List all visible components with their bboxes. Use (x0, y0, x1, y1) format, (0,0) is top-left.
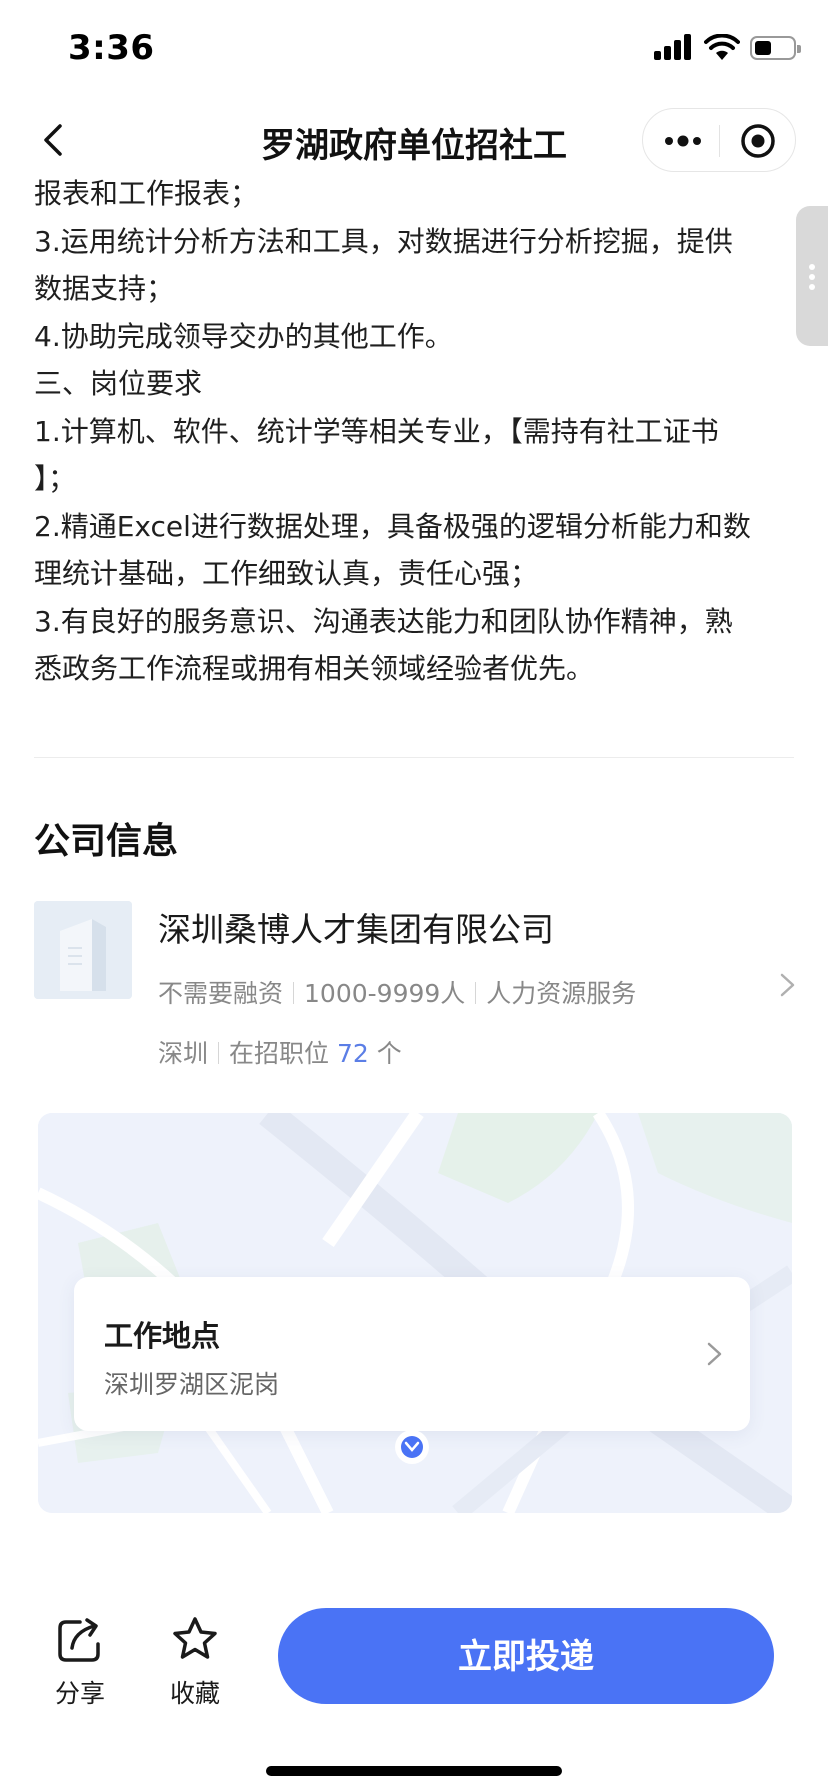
battery-icon (750, 36, 801, 60)
description-line: 报表和工作报表； (34, 177, 259, 210)
company-logo[interactable] (34, 901, 132, 999)
description-line: 悉政务工作流程或拥有相关领域经验者优先。 (34, 652, 595, 685)
work-location-address: 深圳罗湖区泥岗 (104, 1370, 280, 1399)
status-icons (654, 34, 801, 64)
description-line: 三、岗位要求 (34, 367, 203, 400)
section-divider (34, 757, 794, 758)
company-name[interactable]: 深圳桑博人才集团有限公司 (158, 903, 554, 951)
description-line: 3.有良好的服务意识、沟通表达能力和团队协作精神，熟 (34, 604, 733, 638)
side-drawer-handle[interactable] (796, 206, 828, 346)
description-line: 理统计基础，工作细致认真，责任心强； (34, 557, 539, 590)
building-icon (34, 901, 132, 999)
apply-now-button[interactable]: 立即投递 (278, 1608, 774, 1704)
favorite-label: 收藏 (169, 1679, 220, 1708)
description-line: 】； (34, 462, 77, 495)
map-pin-icon (395, 1430, 429, 1464)
company-meta: 不需要融资 1000-9999人 人力资源服务 (158, 974, 636, 1010)
jobs-suffix: 个 (376, 1039, 402, 1068)
more-dots-icon[interactable] (663, 127, 703, 155)
status-time: 3:36 (68, 28, 155, 68)
description-line: 数据支持； (34, 272, 175, 305)
cellular-signal-icon (654, 34, 694, 62)
bottom-action-bar: 分享 收藏 立即投递 (0, 1580, 828, 1792)
favorite-button[interactable]: 收藏 (155, 1614, 235, 1710)
target-circle-icon[interactable] (739, 122, 777, 160)
description-line: 2.精通Excel进行数据处理，具备极强的逻辑分析能力和数 (34, 509, 751, 543)
company-section-title: 公司信息 (34, 821, 179, 862)
description-line: 4.协助完成领导交办的其他工作。 (34, 319, 453, 353)
share-icon (58, 1618, 100, 1662)
company-financing: 不需要融资 (158, 979, 284, 1008)
company-size: 1000-9999人 (304, 979, 466, 1008)
mini-program-capsule (642, 108, 796, 172)
company-industry: 人力资源服务 (486, 979, 637, 1008)
chevron-right-icon[interactable] (776, 970, 800, 1000)
status-bar: 3:36 (0, 0, 828, 100)
wifi-icon (704, 34, 740, 60)
jobs-prefix: 在招职位 (229, 1039, 330, 1068)
work-location-title: 工作地点 (104, 1319, 221, 1353)
share-label: 分享 (54, 1679, 105, 1708)
star-icon (173, 1617, 217, 1659)
home-indicator (266, 1766, 562, 1776)
description-line: 1.计算机、软件、统计学等相关专业，【需持有社工证书 (34, 414, 719, 448)
capsule-divider (719, 125, 720, 157)
company-city: 深圳 (158, 1039, 209, 1068)
work-location-card[interactable]: 工作地点 深圳罗湖区泥岗 (74, 1277, 750, 1431)
share-button[interactable]: 分享 (40, 1614, 120, 1710)
company-location-jobs: 深圳 在招职位 72 个 (158, 1034, 402, 1070)
chevron-right-icon (707, 1342, 722, 1366)
jobs-count: 72 (336, 1039, 369, 1068)
description-line: 3.运用统计分析方法和工具，对数据进行分析挖掘，提供 (34, 224, 733, 258)
job-description: 报表和工作报表； 3.运用统计分析方法和工具，对数据进行分析挖掘，提供 数据支持… (34, 170, 794, 693)
